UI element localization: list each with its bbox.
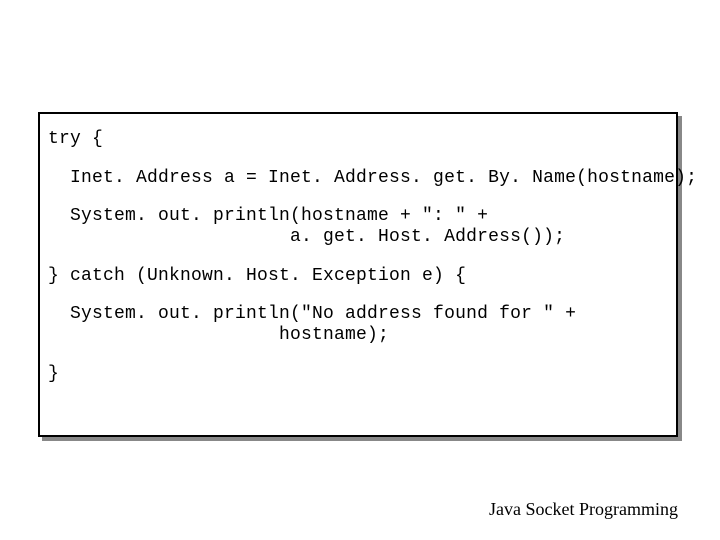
blank-line — [48, 188, 668, 206]
footer-text: Java Socket Programming — [489, 499, 678, 520]
blank-line — [48, 150, 668, 168]
code-line: hostname); — [48, 325, 668, 346]
code-line: Inet. Address a = Inet. Address. get. By… — [48, 168, 668, 189]
blank-line — [48, 248, 668, 266]
code-box: try { Inet. Address a = Inet. Address. g… — [38, 112, 678, 437]
code-line: System. out. println(hostname + ": " + — [48, 206, 668, 227]
code-line: } — [48, 364, 668, 385]
code-line: } catch (Unknown. Host. Exception e) { — [48, 266, 668, 287]
blank-line — [48, 346, 668, 364]
code-line: a. get. Host. Address()); — [48, 227, 668, 248]
code-line: System. out. println("No address found f… — [48, 304, 668, 325]
code-line: try { — [48, 129, 668, 150]
blank-line — [48, 286, 668, 304]
